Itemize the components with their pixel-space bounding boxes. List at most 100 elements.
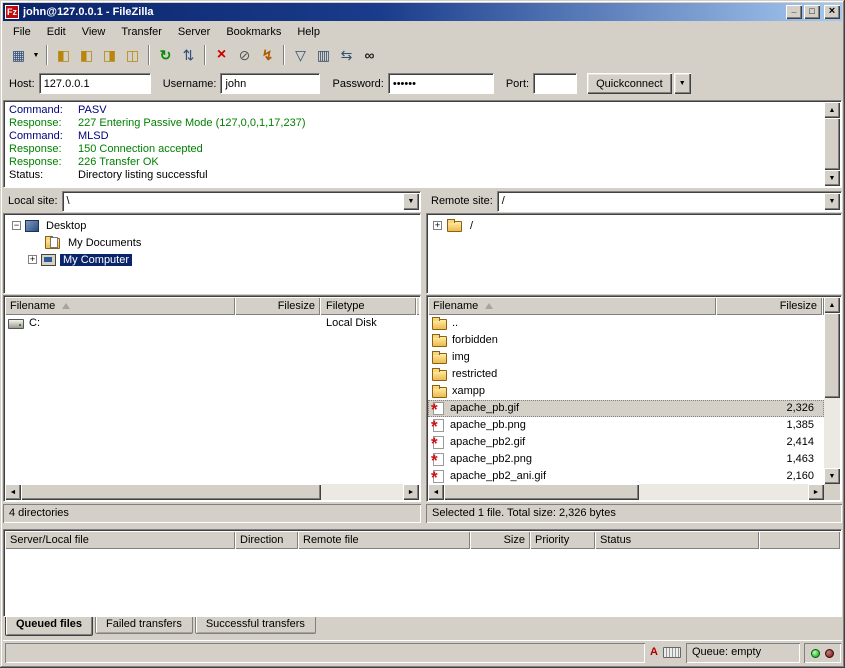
- scroll-left-icon[interactable]: ◄: [5, 484, 21, 500]
- column-header-last-modified[interactable]: Last modified: [416, 297, 419, 315]
- image-file-icon: [433, 419, 444, 432]
- synchronized-browsing-icon[interactable]: ⇆: [335, 44, 358, 66]
- scrollbar-thumb[interactable]: [444, 484, 639, 500]
- local-horizontal-scrollbar[interactable]: ◄ ►: [5, 484, 419, 500]
- column-header-filetype[interactable]: Filetype: [320, 297, 416, 315]
- column-header-filename[interactable]: Filename: [5, 297, 235, 315]
- username-input[interactable]: [220, 73, 320, 94]
- local-tree: − Desktop My Documents + My Computer: [3, 213, 421, 294]
- scroll-up-icon[interactable]: ▲: [824, 297, 840, 313]
- column-header-filesize[interactable]: Filesize: [716, 297, 822, 315]
- username-label: Username:: [163, 78, 217, 90]
- filesize-cell: [235, 315, 320, 332]
- expand-icon[interactable]: +: [28, 255, 37, 264]
- column-header-size[interactable]: Size: [470, 531, 530, 549]
- collapse-icon[interactable]: −: [12, 221, 21, 230]
- chevron-down-icon[interactable]: ▼: [824, 193, 840, 210]
- site-manager-icon[interactable]: ▦: [7, 44, 30, 66]
- titlebar[interactable]: Fz john@127.0.0.1 - FileZilla _ □ ×: [3, 3, 842, 21]
- local-file-row[interactable]: C: Local Disk: [5, 315, 419, 332]
- menu-view[interactable]: View: [74, 23, 114, 41]
- scrollbar-thumb[interactable]: [824, 118, 840, 170]
- refresh-icon[interactable]: ↻: [154, 44, 177, 66]
- scrollbar-thumb[interactable]: [824, 313, 840, 398]
- tab-queued-files[interactable]: Queued files: [5, 617, 93, 636]
- chevron-down-icon[interactable]: ▼: [403, 193, 419, 210]
- minimize-button[interactable]: _: [786, 5, 802, 19]
- log-line-text: 226 Transfer OK: [78, 156, 159, 169]
- host-input[interactable]: [39, 73, 151, 94]
- disconnect-icon[interactable]: ⊘: [233, 44, 256, 66]
- toggle-message-log-icon[interactable]: ◧: [52, 44, 75, 66]
- password-input[interactable]: [388, 73, 494, 94]
- find-files-icon[interactable]: ∞: [358, 44, 381, 66]
- column-header-priority[interactable]: Priority: [530, 531, 595, 549]
- filezilla-window: Fz john@127.0.0.1 - FileZilla _ □ × File…: [0, 0, 845, 668]
- scroll-down-icon[interactable]: ▼: [824, 170, 840, 186]
- expand-icon[interactable]: +: [433, 221, 442, 230]
- column-header-server-local-file[interactable]: Server/Local file: [5, 531, 235, 549]
- quickconnect-button[interactable]: Quickconnect: [587, 73, 672, 94]
- tree-item-root[interactable]: + /: [427, 217, 841, 234]
- menu-bookmarks[interactable]: Bookmarks: [218, 23, 289, 41]
- column-header-direction[interactable]: Direction: [235, 531, 298, 549]
- filename-cell: img: [428, 349, 716, 366]
- tree-item-desktop[interactable]: − Desktop: [4, 217, 420, 234]
- remote-vertical-scrollbar[interactable]: ▲ ▼: [824, 297, 840, 484]
- menu-edit[interactable]: Edit: [39, 23, 74, 41]
- filter-icon[interactable]: ▽: [289, 44, 312, 66]
- menu-transfer[interactable]: Transfer: [113, 23, 170, 41]
- cancel-icon[interactable]: ×: [210, 44, 233, 66]
- queue-header: Server/Local file Direction Remote file …: [5, 531, 840, 549]
- toggle-transfer-queue-icon[interactable]: ◫: [121, 44, 144, 66]
- close-button[interactable]: ×: [824, 5, 840, 19]
- menu-server[interactable]: Server: [170, 23, 218, 41]
- scrollbar-thumb[interactable]: [21, 484, 321, 500]
- remote-file-row[interactable]: apache_pb.png 1,385: [428, 417, 824, 434]
- scroll-right-icon[interactable]: ►: [808, 484, 824, 500]
- remote-file-row[interactable]: restricted: [428, 366, 824, 383]
- column-header-filename[interactable]: Filename: [428, 297, 716, 315]
- maximize-button[interactable]: □: [804, 5, 820, 19]
- remote-file-row[interactable]: apache_pb2_ani.gif 2,160: [428, 468, 824, 484]
- site-manager-dropdown-icon[interactable]: ▼: [30, 44, 42, 66]
- column-header-remote-file[interactable]: Remote file: [298, 531, 470, 549]
- tab-successful-transfers[interactable]: Successful transfers: [195, 617, 316, 634]
- remote-file-row[interactable]: xampp: [428, 383, 824, 400]
- process-queue-icon[interactable]: ⇅: [177, 44, 200, 66]
- log-scrollbar[interactable]: ▲ ▼: [824, 102, 840, 186]
- directory-comparison-icon[interactable]: ▥: [312, 44, 335, 66]
- menu-help[interactable]: Help: [289, 23, 328, 41]
- sort-ascending-icon: [485, 303, 493, 309]
- local-list-header: Filename Filesize Filetype Last modified: [5, 297, 419, 315]
- port-input[interactable]: [533, 73, 577, 94]
- reconnect-icon[interactable]: ↯: [256, 44, 279, 66]
- remote-file-row[interactable]: forbidden: [428, 332, 824, 349]
- remote-file-row[interactable]: ..: [428, 315, 824, 332]
- remote-file-row[interactable]: img: [428, 349, 824, 366]
- toolbar-separator: [204, 45, 206, 65]
- remote-file-row-selected[interactable]: apache_pb.gif 2,326: [428, 400, 824, 417]
- toggle-remote-tree-icon[interactable]: ◨: [98, 44, 121, 66]
- remote-file-row[interactable]: apache_pb2.png 1,463: [428, 451, 824, 468]
- remote-horizontal-scrollbar[interactable]: ◄ ►: [428, 484, 824, 500]
- scroll-up-icon[interactable]: ▲: [824, 102, 840, 118]
- tree-item-my-computer[interactable]: + My Computer: [4, 251, 420, 268]
- tab-failed-transfers[interactable]: Failed transfers: [95, 617, 193, 634]
- remote-site-combobox[interactable]: / ▼: [497, 191, 842, 212]
- scroll-left-icon[interactable]: ◄: [428, 484, 444, 500]
- menu-file[interactable]: File: [5, 23, 39, 41]
- my-documents-icon: [45, 238, 60, 249]
- quickconnect-dropdown-icon[interactable]: ▼: [674, 73, 691, 94]
- toggle-local-tree-icon[interactable]: ◧: [75, 44, 98, 66]
- column-header-status[interactable]: Status: [595, 531, 759, 549]
- filesize-cell: 2,326: [716, 400, 822, 417]
- local-site-combobox[interactable]: \ ▼: [62, 191, 421, 212]
- remote-file-row[interactable]: apache_pb2.gif 2,414: [428, 434, 824, 451]
- transfer-queue: Server/Local file Direction Remote file …: [3, 529, 842, 617]
- scroll-right-icon[interactable]: ►: [403, 484, 419, 500]
- column-header-label: Filename: [433, 300, 478, 312]
- column-header-filesize[interactable]: Filesize: [235, 297, 320, 315]
- tree-item-my-documents[interactable]: My Documents: [4, 234, 420, 251]
- scroll-down-icon[interactable]: ▼: [824, 468, 840, 484]
